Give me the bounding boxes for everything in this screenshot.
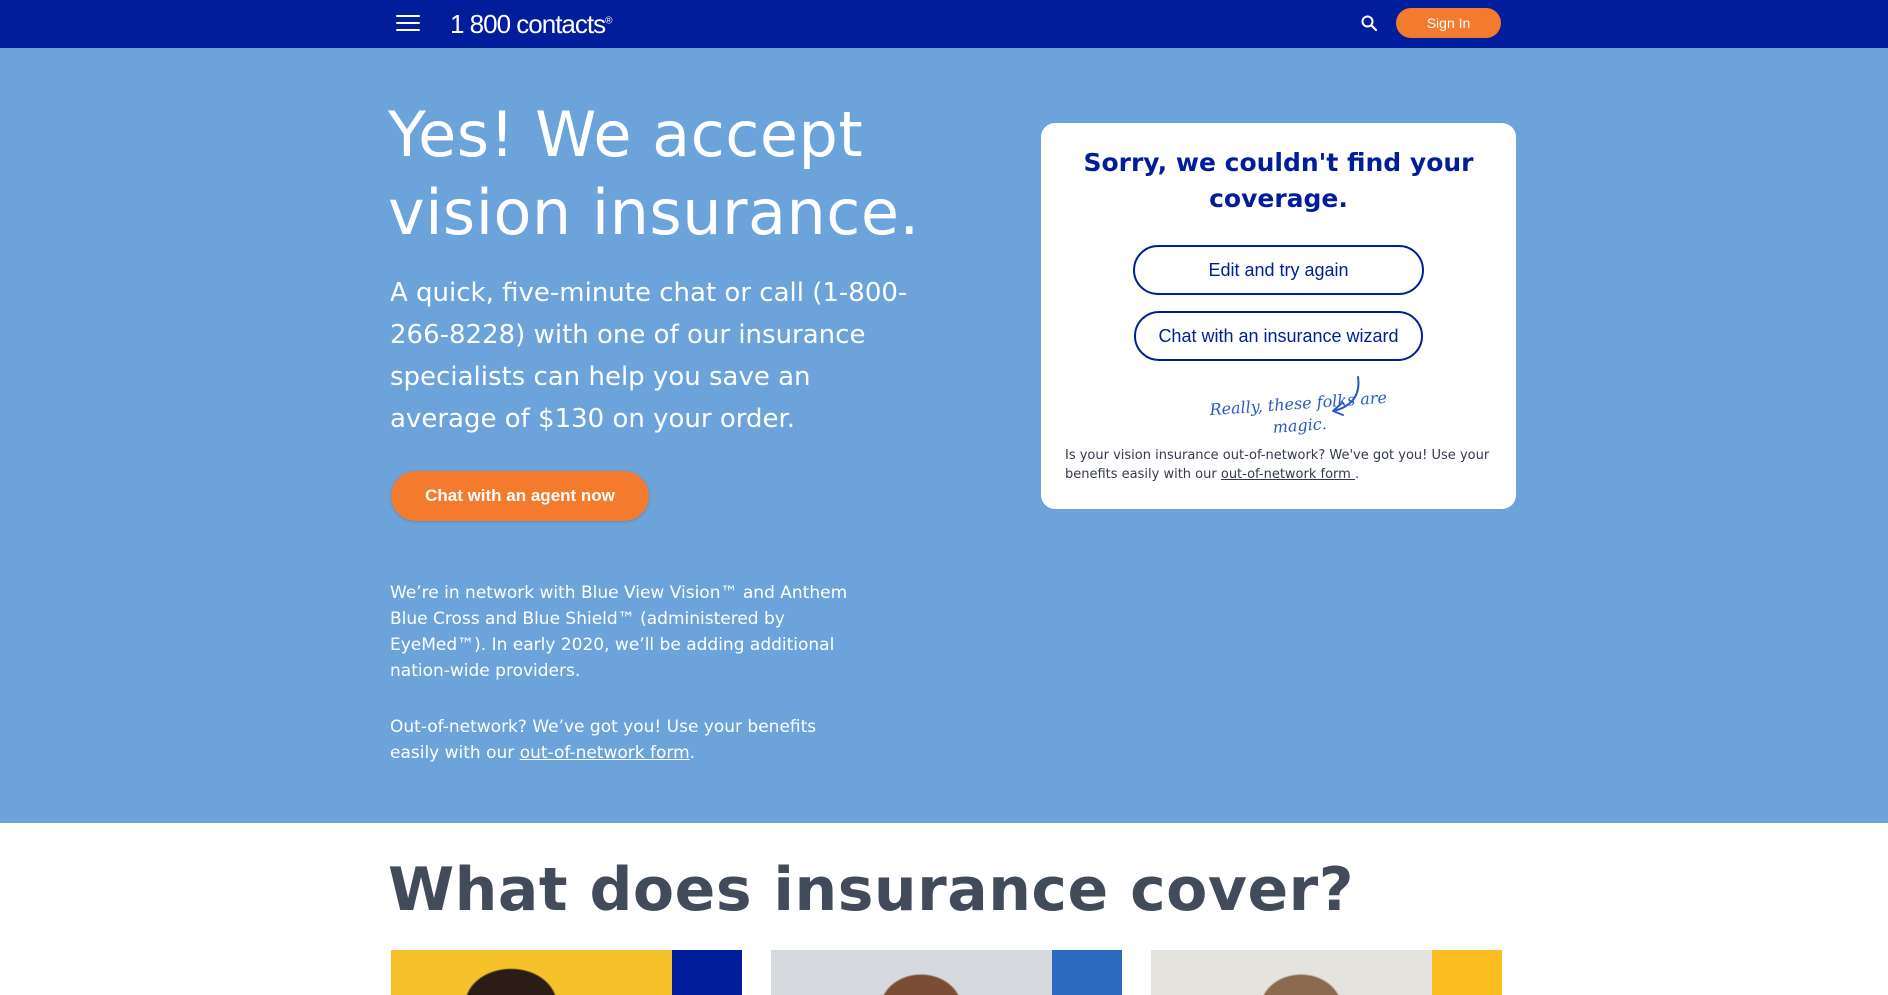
- footnote-suffix: .: [1354, 467, 1360, 482]
- card-out-of-network-form-link[interactable]: out-of-network form: [1221, 467, 1355, 482]
- hero-description: A quick, five-minute chat or call (1-800…: [390, 278, 908, 434]
- card-title: Sorry, we couldn't find your coverage.: [1083, 148, 1474, 213]
- tile-photo-2: [851, 950, 991, 995]
- tile-photo-1: [441, 950, 581, 995]
- logo-registered-mark: ®: [605, 15, 612, 27]
- search-icon[interactable]: [1360, 14, 1378, 32]
- top-nav-bar: 1 800 contacts® Sign In: [0, 0, 1888, 48]
- tile-photo-3: [1231, 950, 1371, 995]
- tile-accent-2: [1052, 950, 1122, 995]
- out-of-network-form-link[interactable]: out-of-network form: [520, 743, 690, 763]
- coverage-result-card: Sorry, we couldn't find your coverage. E…: [1041, 123, 1516, 509]
- insurance-cover-heading: What does insurance cover?: [388, 855, 1355, 925]
- logo-text: 1 800 contacts: [450, 9, 606, 39]
- out-of-network-text: Out-of-network? We’ve got you! Use your …: [390, 714, 870, 766]
- hero-section: Yes! We accept vision insurance. A quick…: [0, 48, 1888, 823]
- handwritten-magic-note: Really, these folks are magic.: [1208, 387, 1388, 437]
- tile-accent-3: [1432, 950, 1502, 995]
- site-logo[interactable]: 1 800 contacts®: [450, 9, 613, 40]
- coverage-tile-3[interactable]: [1151, 950, 1502, 995]
- coverage-tile-2[interactable]: [771, 950, 1122, 995]
- hero-title: Yes! We accept vision insurance.: [388, 98, 920, 249]
- coverage-tile-1[interactable]: [391, 950, 742, 995]
- card-footnote: Is your vision insurance out-of-network?…: [1065, 446, 1495, 484]
- chat-insurance-wizard-button[interactable]: Chat with an insurance wizard: [1134, 311, 1423, 361]
- sign-in-button[interactable]: Sign In: [1396, 8, 1501, 38]
- chat-agent-button[interactable]: Chat with an agent now: [391, 471, 649, 521]
- oon-suffix: .: [689, 743, 696, 763]
- network-info-text: We’re in network with Blue View Vision™ …: [390, 583, 848, 681]
- edit-try-again-button[interactable]: Edit and try again: [1133, 245, 1424, 295]
- hamburger-menu-icon[interactable]: [396, 14, 420, 32]
- tile-accent-1: [672, 950, 742, 995]
